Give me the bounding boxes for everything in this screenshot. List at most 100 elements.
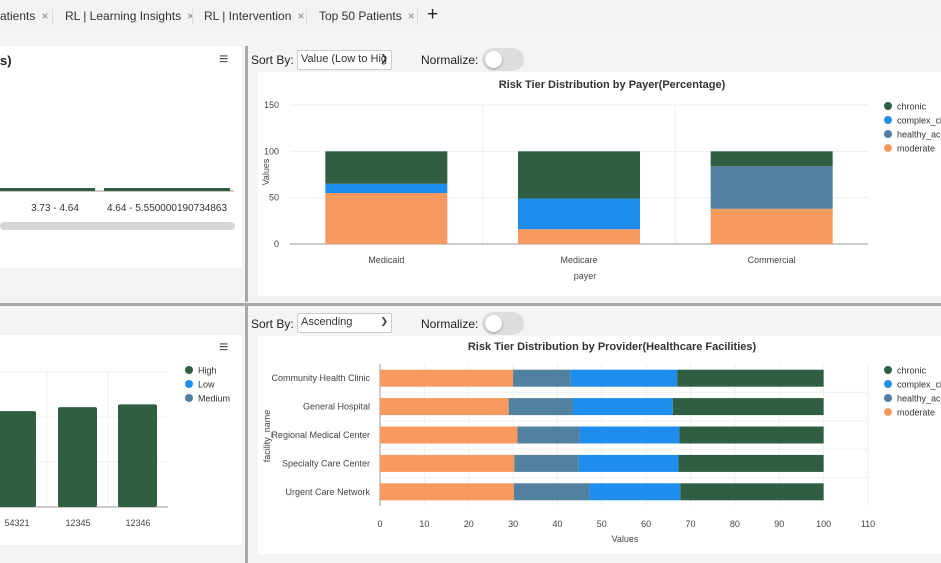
normalize-toggle[interactable] (482, 48, 524, 71)
x-tick-label: 4.64 - 5.550000190734863 (107, 203, 228, 214)
provider-risk-chart: Risk Tier Distribution by Provider(Healt… (262, 341, 941, 544)
x-axis-title: payer (574, 271, 597, 281)
x-tick-label: 40 (552, 519, 562, 529)
toggle-knob (485, 51, 502, 68)
normalize-label: Normalize: (421, 53, 479, 67)
tab-top-50-patients[interactable]: Top 50 Patients × (319, 9, 415, 23)
tab-intervention[interactable]: RL | Intervention × (204, 9, 304, 23)
x-axis-title: Values (612, 534, 639, 544)
x-tick-label: 80 (730, 519, 740, 529)
bar-12346 (118, 404, 157, 507)
chart-title: Risk Tier Distribution by Provider(Healt… (468, 341, 757, 353)
tab-label: atients (0, 9, 36, 23)
x-tick-label: 20 (464, 519, 474, 529)
horizontal-scrollbar[interactable] (0, 222, 235, 230)
bar-General Hospital-chronic (672, 398, 824, 416)
bar-Medicare-moderate (518, 229, 640, 244)
legend-item-Medium: Medium (198, 394, 230, 404)
x-tick-label: 110 (861, 519, 875, 529)
legend-marker-moderate (884, 144, 892, 152)
chart-title: Risk Tier Distribution by Payer(Percenta… (499, 79, 726, 91)
bar-Regional Medical Center-healthy_acu (517, 426, 580, 444)
x-tick-label: 0 (377, 519, 382, 529)
sort-by-value: Ascending (301, 316, 353, 328)
y-tick-label: Urgent Care Network (285, 487, 370, 497)
panel-divider[interactable] (245, 306, 248, 563)
legend-item-healthy_acu: healthy_acu (897, 394, 941, 404)
legend-item-complex_ch: complex_ch (897, 380, 941, 390)
bar-4.64-5.55 (104, 188, 230, 191)
close-icon[interactable]: × (297, 9, 304, 23)
close-icon[interactable]: × (41, 9, 48, 23)
bar-Medicaid-complex_ch (325, 183, 448, 194)
chevron-down-icon: ❯ (380, 316, 388, 326)
x-tick-label: 12345 (65, 518, 90, 528)
bar-General Hospital-complex_ch (572, 398, 673, 416)
bar-Specialty Care Center-chronic (678, 454, 824, 472)
legend-marker-moderate (884, 408, 892, 416)
bar-Regional Medical Center-complex_ch (579, 426, 680, 444)
sort-by-label: Sort By: (251, 317, 294, 331)
bar-54321 (0, 411, 36, 507)
legend-marker-healthy_acu (884, 394, 892, 402)
bar-Commercial-chronic (710, 151, 833, 167)
histogram-panel: s) ≡ 3.73 - 4.64 4.64 - 5.55000019073486… (0, 46, 242, 268)
y-tick-label: Community Health Clinic (271, 373, 370, 383)
legend-marker-Medium (185, 394, 193, 402)
normalize-label: Normalize: (421, 317, 479, 331)
bar-Medicaid-chronic (325, 151, 448, 184)
y-axis-title: Values (261, 158, 271, 185)
x-tick-label: 70 (686, 519, 696, 529)
x-tick-label: 30 (508, 519, 518, 529)
bar-Commercial-healthy_acu (710, 166, 833, 209)
legend-item-healthy_acu: healthy_acu (897, 130, 941, 140)
bar-Regional Medical Center-moderate (380, 426, 518, 444)
legend-item-chronic: chronic (897, 366, 927, 376)
sort-by-label: Sort By: (251, 53, 294, 67)
row-divider[interactable] (0, 303, 941, 306)
y-tick-label: 150 (264, 100, 279, 110)
legend-marker-Low (185, 380, 193, 388)
y-axis-title: facility_name (262, 410, 272, 463)
x-tick-label: Medicare (560, 255, 597, 265)
close-icon[interactable]: × (187, 9, 194, 23)
legend-marker-High (185, 366, 193, 374)
x-tick-label: Commercial (748, 255, 796, 265)
add-tab-button[interactable]: + (427, 4, 438, 26)
bar-Medicaid-moderate (325, 193, 448, 244)
tab-patients[interactable]: atients × (0, 9, 48, 23)
bar-Regional Medical Center-chronic (679, 426, 824, 444)
patient-risk-chart: 54321 12345 12346 High Low Medium (0, 366, 230, 528)
x-tick-label: 50 (597, 519, 607, 529)
y-tick-label: 100 (264, 146, 279, 156)
x-tick-label: 100 (816, 519, 831, 529)
legend-item-moderate: moderate (897, 408, 935, 418)
sort-by-select[interactable]: Value (Low to Hig ❯ (297, 50, 392, 70)
sort-by-select[interactable]: Ascending ❯ (297, 313, 392, 333)
close-icon[interactable]: × (408, 9, 415, 23)
tab-learning-insights[interactable]: RL | Learning Insights × (65, 9, 194, 23)
payer-chart-panel: Risk Tier Distribution by Payer(Percenta… (258, 72, 941, 296)
chevron-down-icon: ❯ (380, 53, 388, 63)
bar-Community Health Clinic-healthy_acu (513, 369, 571, 387)
legend-item-chronic: chronic (897, 102, 927, 112)
bar-Urgent Care Network-moderate (380, 483, 514, 501)
legend-marker-complex_ch (884, 380, 892, 388)
panel-divider[interactable] (245, 46, 248, 302)
x-tick-label: 54321 (4, 518, 29, 528)
legend-item-moderate: moderate (897, 144, 935, 154)
sort-by-value: Value (Low to Hig (301, 53, 388, 65)
legend-marker-chronic (884, 102, 892, 110)
bar-3.73-4.64 (0, 188, 95, 191)
normalize-toggle[interactable] (482, 312, 524, 335)
bar-Specialty Care Center-moderate (380, 454, 515, 472)
bar-Community Health Clinic-chronic (677, 369, 824, 387)
x-tick-label: 3.73 - 4.64 (31, 203, 79, 214)
legend-marker-complex_ch (884, 116, 892, 124)
patient-chart-panel: ≡ 54321 12345 12346 High Low Medium (0, 335, 242, 545)
bar-Specialty Care Center-healthy_acu (514, 454, 579, 472)
bar-Commercial-moderate (710, 208, 833, 244)
x-tick-label: 60 (641, 519, 651, 529)
bar-Medicare-chronic (518, 151, 640, 199)
bar-General Hospital-healthy_acu (508, 398, 573, 416)
